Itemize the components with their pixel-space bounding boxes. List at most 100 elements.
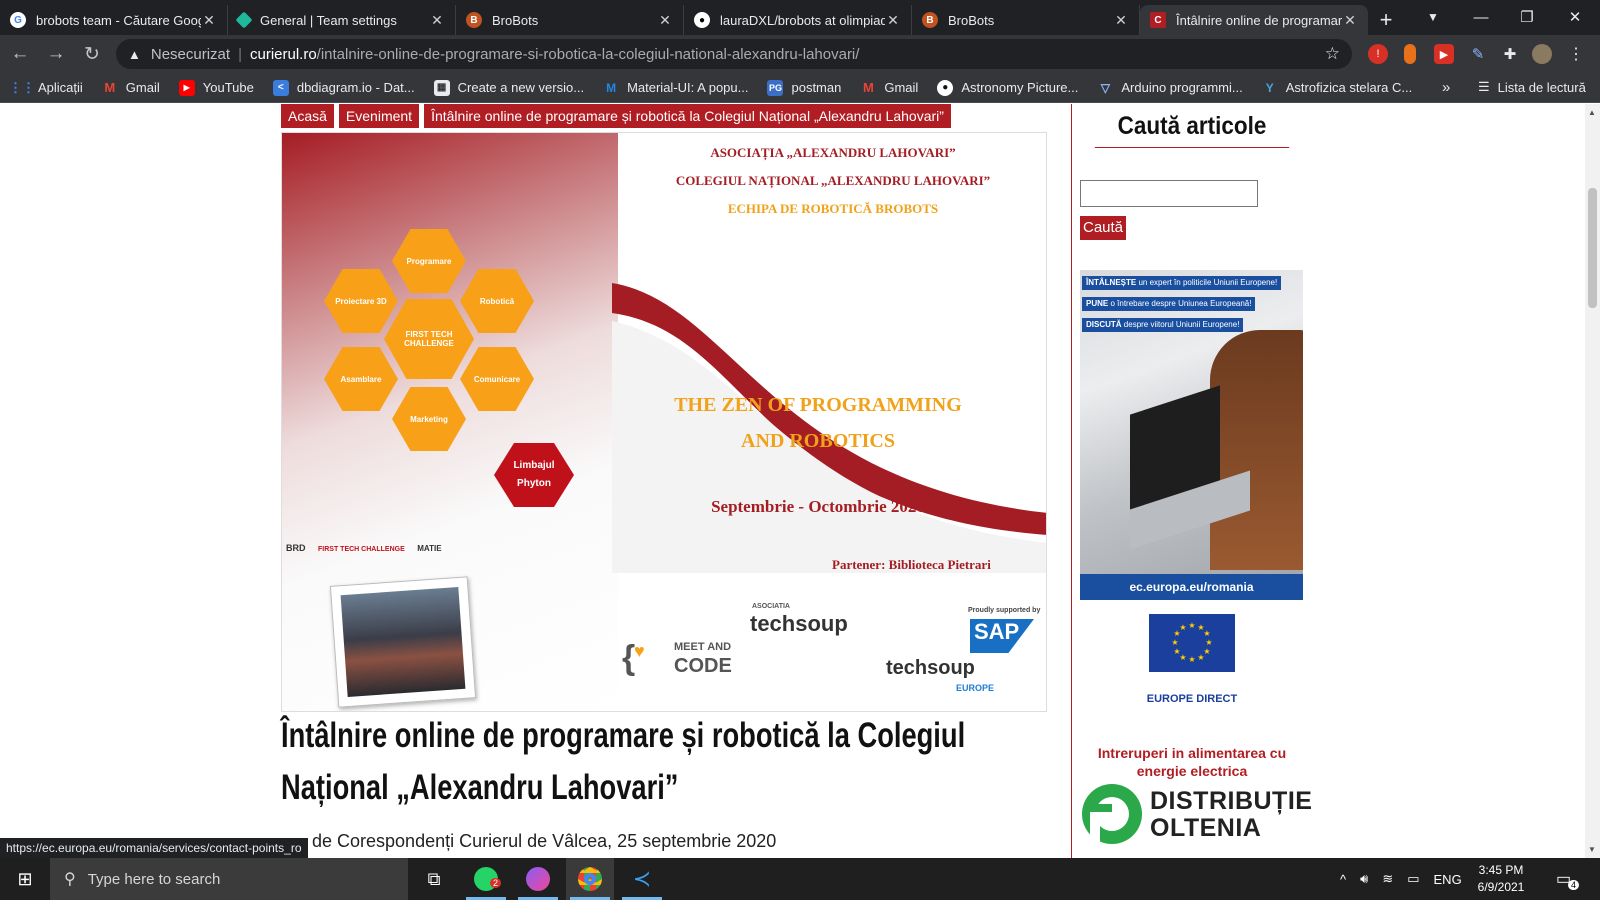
bookmark-gmail-2[interactable]: M Gmail xyxy=(860,80,918,96)
vscode-icon[interactable]: ≺ xyxy=(618,858,666,900)
back-icon[interactable]: ← xyxy=(4,38,36,70)
bookmark-label: Gmail xyxy=(884,80,919,95)
url-host: curierul.ro xyxy=(249,45,317,63)
scrollbar-thumb[interactable] xyxy=(1588,188,1597,308)
code-text: CODE xyxy=(674,655,732,677)
new-tab-button[interactable]: + xyxy=(1368,5,1404,35)
tab-curierul[interactable]: C Întâlnire online de programare ✕ xyxy=(1140,5,1368,35)
bookmark-dbdiagram[interactable]: < dbdiagram.io - Dat... xyxy=(272,79,415,96)
security-label[interactable]: Nesecurizat xyxy=(151,46,230,63)
notification-badge: 4 xyxy=(1568,880,1580,890)
bookmark-astronomy[interactable]: ● Astronomy Picture... xyxy=(937,79,1078,96)
bookmarks-overflow-icon[interactable]: » xyxy=(1442,79,1450,96)
menu-kebab-icon[interactable]: ⋮ xyxy=(1566,44,1586,64)
brobots-icon: B xyxy=(466,12,482,28)
breadcrumb-eveniment[interactable]: Eveniment xyxy=(338,104,420,128)
bookmark-label: postman xyxy=(791,80,842,95)
curierul-icon: C xyxy=(1150,12,1166,28)
bookmark-astrofizica[interactable]: Y Astrofizica stelara C... xyxy=(1262,80,1412,96)
notifications-icon[interactable]: ▭ 4 xyxy=(1556,858,1580,900)
tab-title: General | Team settings xyxy=(260,12,397,28)
sap-logo: SAP xyxy=(970,619,1034,653)
close-icon[interactable]: ✕ xyxy=(885,12,901,29)
reload-icon[interactable]: ↻ xyxy=(76,38,108,70)
clock-date: 6/9/2021 xyxy=(1477,880,1525,894)
bookmark-label: YouTube xyxy=(202,80,254,95)
poster-header-echipa: ECHIPA DE ROBOTICĂ BROBOTS xyxy=(727,201,939,216)
tray-chevron-icon[interactable]: ^ xyxy=(1340,872,1346,887)
wifi-icon[interactable]: ≋ xyxy=(1382,871,1393,887)
distributie-oltenia-text: DISTRIBUȚIE OLTENIA xyxy=(1150,788,1312,842)
profile-avatar[interactable] xyxy=(1532,44,1552,64)
link-hover-status: https://ec.europa.eu/romania/services/co… xyxy=(0,838,308,858)
close-window-icon[interactable]: ✕ xyxy=(1552,0,1598,34)
distributie-oltenia-logo[interactable]: DISTRIBUȚIE OLTENIA xyxy=(1080,782,1312,846)
sidebar-search-button[interactable]: Caută xyxy=(1080,216,1126,240)
sidebar-search-input[interactable] xyxy=(1080,180,1258,207)
eu-flag-icon[interactable]: ★ ★ ★ ★ ★ ★ ★ ★ ★ ★ ★ ★ xyxy=(1149,614,1235,672)
tab-google[interactable]: G brobots team - Căutare Google ✕ xyxy=(0,5,228,35)
warning-icon[interactable]: ▲ xyxy=(128,47,141,62)
extensions-puzzle-icon[interactable]: ✚ xyxy=(1500,44,1520,64)
breadcrumb-home[interactable]: Acasă xyxy=(281,104,334,128)
taskbar-clock[interactable]: 3:45 PM 6/9/2021 xyxy=(1466,862,1536,896)
distributie-d-icon xyxy=(1082,784,1142,846)
taskbar-search-box[interactable]: ⚲ Type here to search xyxy=(50,858,408,900)
extension-pen-icon[interactable]: ✎ xyxy=(1468,44,1488,64)
bookmark-material-ui[interactable]: M Material-UI: A popu... xyxy=(603,80,748,96)
brobots-icon: B xyxy=(922,12,938,28)
extension-red-icon[interactable]: ! xyxy=(1368,44,1388,64)
close-icon[interactable]: ✕ xyxy=(657,12,673,29)
restore-icon[interactable]: ❐ xyxy=(1504,0,1550,34)
task-view-icon[interactable]: ⧉ xyxy=(410,858,458,900)
reading-list-button[interactable]: ☰ Lista de lectură xyxy=(1478,79,1586,95)
arduino-icon: ▽ xyxy=(1100,80,1110,95)
minimize-icon[interactable]: — xyxy=(1458,0,1504,34)
bookmark-star-icon[interactable]: ☆ xyxy=(1325,44,1340,64)
bookmark-gmail[interactable]: M Gmail xyxy=(102,80,160,96)
address-bar[interactable]: ▲ Nesecurizat | curierul.ro/intalnire-on… xyxy=(116,39,1352,69)
page-scrollbar[interactable]: ▲ ▼ xyxy=(1585,104,1600,858)
battery-icon[interactable]: ▭ xyxy=(1407,871,1419,887)
extension-video-icon[interactable]: ▶ xyxy=(1434,44,1454,64)
forward-icon[interactable]: → xyxy=(40,38,72,70)
tab-team-settings[interactable]: General | Team settings ✕ xyxy=(228,5,456,35)
sidebar: Caută articole Caută ÎNTÂLNEȘTE un exper… xyxy=(1080,104,1320,858)
dbdiagram-icon: < xyxy=(272,79,289,96)
volume-icon[interactable]: 🔊︎ xyxy=(1360,871,1368,887)
bookmark-label: Gmail xyxy=(125,80,160,95)
chrome-icon[interactable] xyxy=(566,858,614,900)
browser-toolbar: ← → ↻ ▲ Nesecurizat | curierul.ro/intaln… xyxy=(0,35,1600,73)
whatsapp-icon[interactable]: 2 xyxy=(462,858,510,900)
europe-direct-label[interactable]: EUROPE DIRECT xyxy=(1120,693,1264,705)
messenger-icon[interactable] xyxy=(514,858,562,900)
ad-tag-pune: PUNE o întrebare despre Uniunea European… xyxy=(1082,297,1256,311)
bookmark-youtube[interactable]: ▶ YouTube xyxy=(178,79,254,96)
bookmark-postman[interactable]: PG postman xyxy=(767,79,842,96)
windows-start-icon[interactable]: ⊞ xyxy=(0,858,50,900)
close-icon[interactable]: ✕ xyxy=(1342,12,1358,29)
language-indicator[interactable]: ENG xyxy=(1434,872,1462,887)
scroll-down-icon[interactable]: ▼ xyxy=(1588,845,1596,854)
bookmark-arduino[interactable]: ▽ Arduino programmi... xyxy=(1097,80,1243,96)
close-icon[interactable]: ✕ xyxy=(201,12,217,29)
web-page: Acasă Eveniment Întâlnire online de prog… xyxy=(0,104,1585,858)
tab-search-icon[interactable]: ▼ xyxy=(1410,0,1456,34)
extension-orange-icon[interactable] xyxy=(1404,44,1416,64)
bookmark-label: dbdiagram.io - Dat... xyxy=(296,80,415,95)
close-icon[interactable]: ✕ xyxy=(429,12,445,29)
tab-brobots-2[interactable]: B BroBots ✕ xyxy=(912,5,1140,35)
close-icon[interactable]: ✕ xyxy=(1113,12,1129,29)
tab-brobots[interactable]: B BroBots ✕ xyxy=(456,5,684,35)
screen: G brobots team - Căutare Google ✕ Genera… xyxy=(0,0,1600,900)
event-poster-image[interactable]: ASOCIAȚIA „ALEXANDRU LAHOVARI” COLEGIUL … xyxy=(281,132,1047,712)
europa-ad-banner[interactable]: ÎNTÂLNEȘTE un expert în politicile Uniun… xyxy=(1080,270,1303,600)
scroll-up-icon[interactable]: ▲ xyxy=(1588,108,1596,117)
heart-bulb-icon: ♥ xyxy=(634,641,645,661)
bookmark-create-version[interactable]: ▦ Create a new versio... xyxy=(433,79,584,96)
bookmark-apps[interactable]: ⋮⋮ Aplicații xyxy=(9,80,83,96)
meet-and-text: MEET AND xyxy=(674,641,732,653)
distributie-line-2: OLTENIA xyxy=(1150,814,1262,842)
power-outage-notice[interactable]: Intreruperi in alimentarea cu energie el… xyxy=(1080,744,1304,780)
tab-github[interactable]: ● lauraDXL/brobots at olimpiada ✕ xyxy=(684,5,912,35)
